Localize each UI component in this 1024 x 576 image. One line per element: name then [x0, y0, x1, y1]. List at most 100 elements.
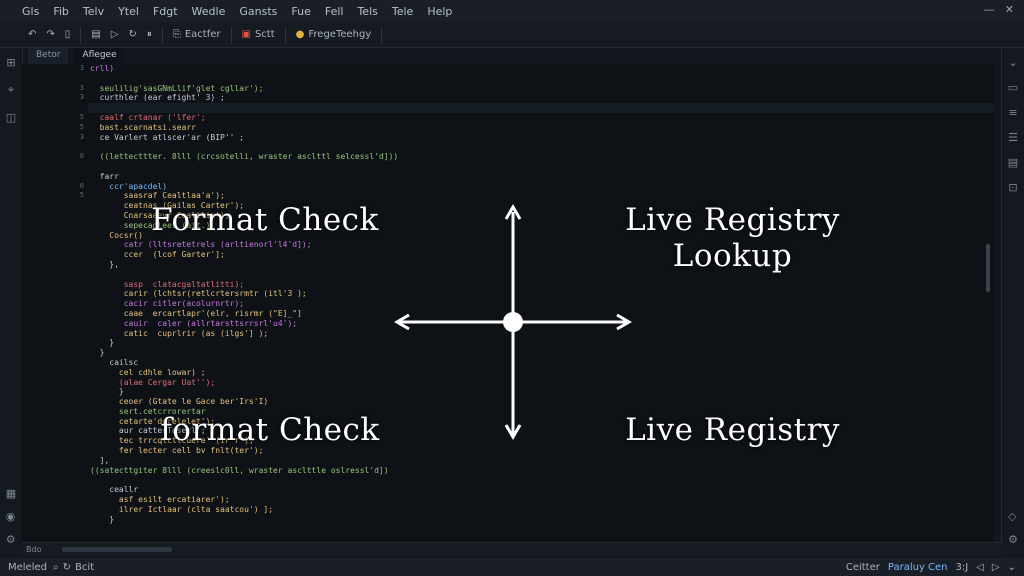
- code-line[interactable]: ceoer (Gtate le Gace ber'Irs'I): [90, 397, 970, 407]
- pause-icon[interactable]: ⏸: [147, 29, 152, 40]
- code-line[interactable]: farr: [90, 172, 970, 182]
- extensions-icon[interactable]: ◫: [6, 111, 16, 124]
- code-line[interactable]: cacir citler(acolurnrtr);: [90, 299, 970, 309]
- status-mode[interactable]: Ceitter: [846, 562, 880, 573]
- code-line[interactable]: ccr'apacdel): [90, 182, 970, 192]
- list-icon[interactable]: ≡: [1008, 106, 1017, 119]
- line-number: [22, 319, 88, 329]
- status-position[interactable]: 3:J: [956, 562, 969, 573]
- line-number: [22, 348, 88, 358]
- menu-item[interactable]: Help: [427, 5, 452, 18]
- menu-item[interactable]: Fdgt: [153, 5, 178, 18]
- settings-icon[interactable]: ⚙: [6, 533, 16, 546]
- line-number: [22, 368, 88, 378]
- sync-icon[interactable]: ↻: [63, 562, 71, 573]
- file-icon[interactable]: ▯: [65, 29, 71, 40]
- forward-icon[interactable]: ▷: [111, 29, 119, 40]
- line-number-gutter: 333553005: [22, 64, 88, 542]
- menu-item[interactable]: Fue: [291, 5, 310, 18]
- run-button[interactable]: ▣ Sctt: [242, 29, 275, 40]
- line-number: [22, 299, 88, 309]
- code-line[interactable]: caalf crtanar ('lfer';: [90, 113, 970, 123]
- menu-item[interactable]: Wedle: [192, 5, 226, 18]
- menu-item[interactable]: Telv: [83, 5, 104, 18]
- code-line[interactable]: carir (lchtsr(retlcrtersrmtr (itl'3 );: [90, 289, 970, 299]
- editor-button[interactable]: ⎘ Eactfer: [173, 29, 221, 40]
- run-icon: ▣: [241, 29, 251, 40]
- search-icon[interactable]: ⌕: [53, 562, 59, 573]
- menu-item[interactable]: Tele: [392, 5, 413, 18]
- code-line[interactable]: ((satecttgiter 8lll (creeslc0ll, wraster…: [90, 466, 970, 476]
- gear-icon[interactable]: ⚙: [1008, 533, 1018, 546]
- status-bar: Meleled ⌕ ↻ Bcit Ceitter Paraluy Cen 3:J…: [0, 558, 1024, 576]
- code-line[interactable]: saasraf Cealtlaa'a');: [90, 191, 970, 201]
- pin-icon[interactable]: ⌖: [8, 83, 14, 97]
- grid-icon[interactable]: ▦: [6, 487, 16, 500]
- line-number: [22, 231, 88, 241]
- code-line[interactable]: [90, 142, 970, 152]
- code-line[interactable]: ceallr: [90, 485, 970, 495]
- status-highlight[interactable]: Paraluy Cen: [888, 562, 948, 573]
- line-number: [22, 74, 88, 84]
- chevron-down-icon[interactable]: ⌄: [1008, 562, 1016, 573]
- label-top-right: Live Registry Lookup: [625, 202, 840, 274]
- code-line[interactable]: }: [90, 338, 970, 348]
- menu-item[interactable]: Tels: [357, 5, 377, 18]
- code-line[interactable]: seulilig'sasGNmLlif'glet cgllar');: [90, 84, 970, 94]
- layers-icon[interactable]: ▤: [1008, 156, 1018, 169]
- code-line[interactable]: ],: [90, 456, 970, 466]
- code-line[interactable]: [90, 103, 970, 113]
- menu-item[interactable]: Fib: [53, 5, 69, 18]
- outline-icon[interactable]: ☰: [1008, 131, 1018, 144]
- code-line[interactable]: [90, 475, 970, 485]
- line-number: [22, 515, 88, 525]
- save-icon[interactable]: ▤: [91, 29, 100, 40]
- status-branch[interactable]: Bcit: [75, 562, 94, 573]
- arrow-left-icon[interactable]: ◁: [976, 562, 984, 573]
- menu-item[interactable]: Ytel: [118, 5, 139, 18]
- code-line[interactable]: asf esilt ercatiarer');: [90, 495, 970, 505]
- format-button[interactable]: ● FregeTeehgy: [296, 29, 372, 40]
- bell-icon[interactable]: ◇: [1008, 510, 1018, 523]
- menu-item[interactable]: Gls: [22, 5, 39, 18]
- redo-icon[interactable]: ↷: [46, 29, 54, 40]
- code-line[interactable]: ((lettecttter. 8lll (crcsotelli, wraster…: [90, 152, 970, 162]
- code-line[interactable]: cauir caler (allrtarsttsrrsrl'u4');: [90, 319, 970, 329]
- code-line[interactable]: ilrer Ictlaar (clta saatcou') ];: [90, 505, 970, 515]
- code-line[interactable]: caae ercartlapr'(elr, risrmr ("E]_"]: [90, 309, 970, 319]
- scrollbar-thumb[interactable]: [62, 547, 172, 552]
- code-line[interactable]: cel cdhle lowar) ;: [90, 368, 970, 378]
- debug-icon[interactable]: ⊡: [1008, 181, 1017, 194]
- code-line[interactable]: [90, 74, 970, 84]
- chevron-down-icon[interactable]: ⌄: [1008, 56, 1017, 69]
- panel-icon[interactable]: ▭: [1008, 81, 1018, 94]
- code-line[interactable]: }: [90, 348, 970, 358]
- code-editor[interactable]: 333553005 crll) seulilig'sasGNmLlif'glet…: [22, 64, 994, 542]
- explorer-icon[interactable]: ⊞: [6, 56, 15, 69]
- code-line[interactable]: sasp clatacgaltatlitti);: [90, 280, 970, 290]
- minimize-icon[interactable]: —: [984, 3, 995, 16]
- code-line[interactable]: catic cuprlrir (as (ilgs'] );: [90, 329, 970, 339]
- code-line[interactable]: ce Varlert atlscer'ar (BIP'' ;: [90, 133, 970, 143]
- refresh-icon[interactable]: ↻: [128, 29, 136, 40]
- vertical-scrollbar[interactable]: [986, 244, 990, 292]
- tab-item-active[interactable]: Aflegee: [74, 48, 125, 64]
- undo-icon[interactable]: ↶: [28, 29, 36, 40]
- code-area[interactable]: crll) seulilig'sasGNmLlif'glet cgllar');…: [90, 64, 970, 542]
- close-icon[interactable]: ✕: [1005, 3, 1014, 16]
- code-line[interactable]: cailsc: [90, 358, 970, 368]
- code-line[interactable]: (alae Cergar Uat'');: [90, 378, 970, 388]
- code-line[interactable]: }: [90, 387, 970, 397]
- horizontal-scrollbar[interactable]: Bdo: [22, 542, 1002, 557]
- tab-item[interactable]: Betor: [28, 48, 69, 64]
- code-line[interactable]: }: [90, 515, 970, 525]
- line-number: [22, 485, 88, 495]
- arrow-right-icon[interactable]: ▷: [992, 562, 1000, 573]
- code-line[interactable]: bast.scarnatsi.searr: [90, 123, 970, 133]
- code-line[interactable]: curthler (ear efight' 3) ;: [90, 93, 970, 103]
- account-icon[interactable]: ◉: [6, 510, 16, 523]
- code-line[interactable]: crll): [90, 64, 970, 74]
- menu-item[interactable]: Gansts: [239, 5, 277, 18]
- menu-item[interactable]: Fell: [325, 5, 344, 18]
- code-line[interactable]: [90, 162, 970, 172]
